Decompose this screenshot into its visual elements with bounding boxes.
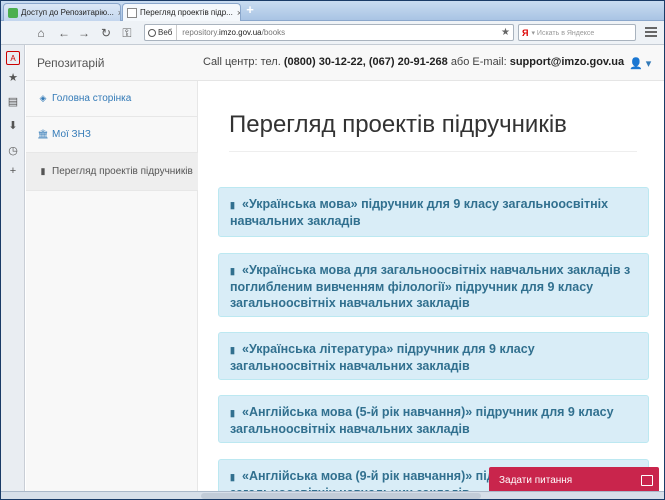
yandex-icon[interactable]: Я	[522, 28, 528, 38]
favorites-star-icon[interactable]: ★	[6, 71, 20, 85]
reload-icon[interactable]: ↻	[99, 26, 113, 40]
call-center-or: або E-mail:	[450, 56, 507, 68]
sidebar-item-label: Головна сторінка	[52, 93, 132, 104]
book-title: «Українська література» підручник для 9 …	[230, 342, 535, 373]
new-tab-button[interactable]: +	[243, 2, 257, 18]
book-item[interactable]: ▮ «Англійська мова (5-й рік навчання)» пі…	[218, 395, 649, 443]
site-brand[interactable]: Репозитарій	[37, 56, 104, 70]
close-icon[interactable]: ×	[114, 8, 120, 18]
app-sidebar: ◈ Головна сторінка 🏛 Мої ЗНЗ ▮ Перегляд …	[26, 81, 198, 491]
user-menu-icon[interactable]: 👤 ▾	[629, 57, 651, 70]
book-item[interactable]: ▮ «Українська мова» підручник для 9 класу…	[218, 187, 649, 237]
site-info-badge[interactable]: Веб	[145, 25, 178, 40]
url-domain: imzo.gov.ua	[219, 28, 262, 37]
book-title: «Українська мова» підручник для 9 класу …	[230, 197, 609, 228]
book-icon: ▮	[230, 408, 235, 418]
tab-view-projects[interactable]: Перегляд проектів підр... ×	[122, 3, 241, 21]
book-icon: ▮	[230, 200, 235, 210]
url-prefix: repository.	[182, 28, 220, 37]
navigation-toolbar: ⌂ ← → ↻ ⚿ Веб repository.imzo.gov.ua/boo…	[1, 21, 664, 45]
address-bar[interactable]: Веб repository.imzo.gov.ua/books ★	[144, 24, 514, 41]
sidebar-item-label: Мої ЗНЗ	[52, 129, 91, 140]
globe-icon	[148, 28, 156, 37]
page-title: Перегляд проектів підручників	[229, 111, 567, 138]
maximize-icon[interactable]	[641, 475, 653, 486]
sidebar-item-view-projects[interactable]: ▮ Перегляд проектів підручників	[26, 153, 198, 191]
search-box[interactable]: Я ▾ Искать в Яндексе	[518, 24, 636, 41]
page-favicon-icon	[127, 7, 137, 18]
call-center-phones: (0800) 30-12-22, (067) 20-91-268	[283, 56, 448, 68]
close-icon[interactable]: ×	[233, 8, 240, 18]
tab-strip: Доступ до Репозитарію... × Перегляд прое…	[1, 1, 664, 21]
book-item[interactable]: ▮ «Українська література» підручник для 9…	[218, 332, 649, 380]
site-header: Репозитарій Call центр: тел. (0800) 30-1…	[26, 45, 664, 81]
history-icon[interactable]: ◷	[6, 144, 20, 158]
tab-label: Доступ до Репозитарію...	[21, 8, 114, 17]
title-divider	[229, 151, 637, 152]
book-title: «Українська мова для загальноосвітніх на…	[230, 263, 631, 310]
forward-icon[interactable]: →	[77, 26, 91, 40]
book-icon: ▮	[230, 345, 235, 355]
search-placeholder: ▾ Искать в Яндексе	[531, 29, 595, 37]
institution-icon: 🏛	[37, 129, 49, 139]
site-badge-label: Веб	[158, 28, 173, 37]
browser-window: Доступ до Репозитарію... × Перегляд прое…	[0, 0, 665, 500]
back-icon[interactable]: ←	[57, 26, 71, 40]
call-center-label: Call центр: тел.	[203, 56, 281, 68]
ask-question-widget[interactable]: Задати питання	[489, 467, 659, 494]
book-icon: ▮	[230, 266, 235, 276]
dashboard-icon: ◈	[39, 93, 47, 103]
call-center-info: Call центр: тел. (0800) 30-12-22, (067) …	[203, 56, 624, 68]
downloads-icon[interactable]: ⬇	[6, 119, 20, 133]
browser-sidebar: A ★ ▤ ⬇ ◷ +	[1, 45, 25, 491]
notes-icon[interactable]: ▤	[6, 95, 20, 109]
sidebar-item-home[interactable]: ◈ Головна сторінка	[26, 81, 198, 117]
bookmark-star-icon[interactable]: ★	[501, 27, 510, 38]
ask-question-label: Задати питання	[499, 475, 573, 486]
book-icon: ▮	[230, 472, 235, 482]
book-item[interactable]: ▮ «Українська мова для загальноосвітніх н…	[218, 253, 649, 317]
sidebar-item-label: Перегляд проектів підручників	[52, 166, 193, 177]
addon-icon[interactable]: A	[6, 51, 20, 65]
book-icon: ▮	[40, 166, 46, 176]
main-content: Перегляд проектів підручників ▮ «Українсь…	[216, 81, 650, 491]
url-text[interactable]: repository.imzo.gov.ua/books	[177, 28, 285, 37]
page-favicon-icon	[8, 7, 18, 18]
browser-menu-icon[interactable]	[645, 27, 657, 39]
support-email[interactable]: support@imzo.gov.ua	[510, 56, 624, 68]
tab-access-repository[interactable]: Доступ до Репозитарію... ×	[3, 3, 121, 21]
web-page: Репозитарій Call центр: тел. (0800) 30-1…	[26, 45, 664, 491]
book-title: «Англійська мова (5-й рік навчання)» під…	[230, 405, 614, 436]
tab-label: Перегляд проектів підр...	[140, 8, 233, 17]
horizontal-scrollbar[interactable]	[201, 493, 481, 499]
key-icon[interactable]: ⚿	[120, 26, 134, 40]
home-icon[interactable]: ⌂	[34, 26, 48, 40]
sidebar-item-my-schools[interactable]: 🏛 Мої ЗНЗ	[26, 117, 198, 153]
add-panel-icon[interactable]: +	[6, 164, 20, 178]
url-path: /books	[261, 28, 286, 37]
